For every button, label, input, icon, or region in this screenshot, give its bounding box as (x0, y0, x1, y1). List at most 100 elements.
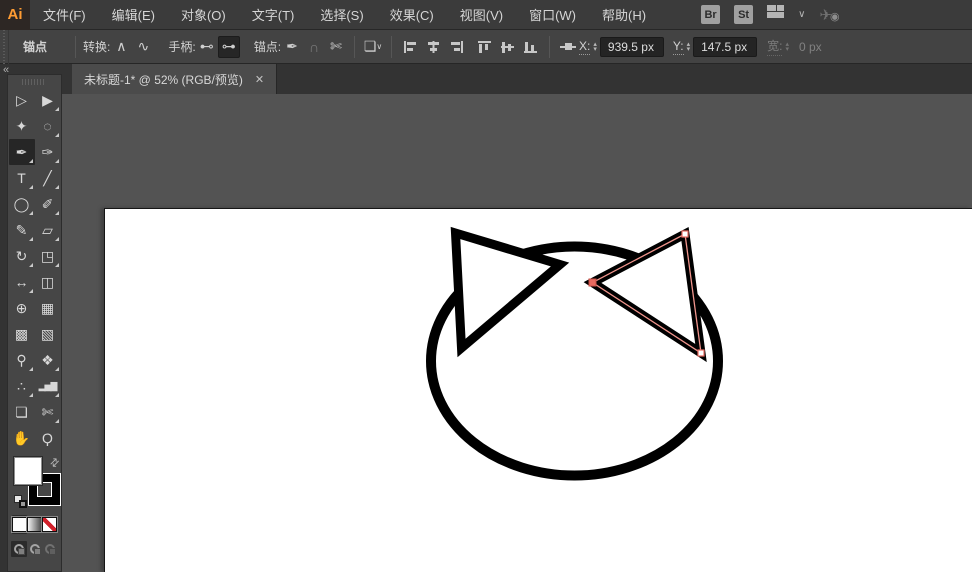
gpu-performance-icon[interactable]: ✈◉ (819, 6, 837, 24)
column-graph-tool[interactable]: ▂▅▇ (35, 373, 61, 399)
document-tab[interactable]: 未标题-1* @ 52% (RGB/预览) ✕ (72, 64, 277, 94)
tools-panel-grip[interactable] (8, 75, 61, 87)
control-bar: 锚点 转换: ∧ ∿ 手柄: ⊷ ⊶ 锚点: ✒ ∩ ✄ ❏∨ X: ▴▾ 93… (0, 30, 972, 64)
remove-anchor-icon[interactable]: ✒ (281, 36, 303, 58)
artboard-options-icon[interactable]: ❏∨ (362, 36, 384, 58)
align-h-center-icon[interactable] (425, 39, 442, 55)
none-button[interactable] (42, 515, 57, 534)
close-tab-icon[interactable]: ✕ (255, 73, 264, 86)
menu-type[interactable]: 文字(T) (239, 0, 308, 30)
fill-swatch[interactable] (14, 457, 42, 485)
menu-view[interactable]: 视图(V) (447, 0, 516, 30)
magic-wand-tool[interactable]: ✦ (9, 113, 35, 139)
fill-stroke-control: ⇄ (8, 455, 61, 511)
mesh-tool[interactable]: ▩ (9, 321, 35, 347)
anchors-label: 锚点: (254, 38, 281, 55)
menu-file[interactable]: 文件(F) (30, 0, 99, 30)
x-input[interactable]: 939.5 px (600, 37, 664, 57)
artboard-tool[interactable]: ❏ (9, 399, 35, 425)
document-tab-bar: 未标题-1* @ 52% (RGB/预览) ✕ (62, 64, 972, 94)
blend-tool[interactable]: ❖ (35, 347, 61, 373)
connect-path-icon[interactable]: ∩ (303, 36, 325, 58)
control-panel-label: 锚点 (23, 38, 47, 55)
line-segment-tool[interactable]: ╱ (35, 165, 61, 191)
stock-button[interactable]: St (734, 5, 753, 24)
draw-normal-button[interactable] (11, 541, 27, 557)
align-v-center-icon[interactable] (499, 39, 516, 55)
bridge-button[interactable]: Br (701, 5, 720, 24)
workspace-switcher-icon[interactable] (767, 5, 784, 24)
lasso-tool[interactable]: ◌ (35, 113, 61, 139)
paintbrush-tool[interactable]: ✐ (35, 191, 61, 217)
anchor-point-left-selected[interactable] (589, 279, 596, 286)
drawing-mode-buttons (8, 539, 61, 559)
align-bottom-icon[interactable] (522, 39, 539, 55)
artwork-svg (62, 94, 972, 572)
canvas-area[interactable] (62, 94, 972, 572)
align-right-icon[interactable] (448, 39, 465, 55)
color-button[interactable] (12, 515, 27, 534)
gradient-button[interactable] (27, 515, 42, 534)
zoom-tool[interactable]: Ϙ (35, 425, 61, 451)
handles-label: 手柄: (168, 38, 195, 55)
tools-panel: ▷ ▶ ✦ ◌ ✒ ✑ T ╱ ◯ ✐ ✎ ▱ ↻ ◳ ↔ ◫ ⊕ ▦ ▩ ▧ (7, 74, 62, 572)
pen-tool[interactable]: ✒ (9, 139, 35, 165)
gradient-tool[interactable]: ▧ (35, 321, 61, 347)
swap-fill-stroke-icon[interactable]: ⇄ (47, 455, 63, 471)
width-input: 0 px (792, 37, 832, 57)
shape-builder-tool[interactable]: ⊕ (9, 295, 35, 321)
anchor-point-bottom[interactable] (698, 350, 704, 356)
eraser-tool[interactable]: ▱ (35, 217, 61, 243)
width-stepper: ▴▾ (785, 42, 789, 52)
menu-effect[interactable]: 效果(C) (377, 0, 447, 30)
menu-bar: Ai 文件(F) 编辑(E) 对象(O) 文字(T) 选择(S) 效果(C) 视… (0, 0, 972, 30)
convert-to-smooth-icon[interactable]: ∿ (132, 36, 154, 58)
workspace-chevron-icon[interactable]: ∨ (798, 9, 805, 20)
separator (354, 36, 355, 58)
paint-style-buttons (8, 513, 61, 536)
menu-select[interactable]: 选择(S) (307, 0, 376, 30)
align-left-icon[interactable] (402, 39, 419, 55)
draw-inside-button[interactable] (42, 541, 58, 557)
menu-window[interactable]: 窗口(W) (516, 0, 589, 30)
perspective-grid-tool[interactable]: ▦ (35, 295, 61, 321)
align-top-icon[interactable] (476, 39, 493, 55)
separator (391, 36, 392, 58)
draw-behind-button[interactable] (27, 541, 43, 557)
eyedropper-tool[interactable]: ⚲ (9, 347, 35, 373)
curvature-tool[interactable]: ✑ (35, 139, 61, 165)
anchor-point-top[interactable] (682, 231, 688, 237)
convert-to-corner-icon[interactable]: ∧ (110, 36, 132, 58)
menu-object[interactable]: 对象(O) (168, 0, 239, 30)
width-label: 宽: (767, 37, 782, 56)
app-bar-buttons: Br St ∨ ✈◉ (701, 5, 838, 24)
ellipse-tool[interactable]: ◯ (9, 191, 35, 217)
y-label: Y: (673, 39, 684, 55)
control-bar-grip[interactable] (0, 30, 9, 64)
illustrator-window: Ai 文件(F) 编辑(E) 对象(O) 文字(T) 选择(S) 效果(C) 视… (0, 0, 972, 572)
pencil-tool[interactable]: ✎ (9, 217, 35, 243)
width-tool[interactable]: ↔ (9, 269, 35, 295)
convert-label: 转换: (83, 38, 110, 55)
selection-tool[interactable]: ▷ (9, 87, 35, 113)
default-fill-stroke-icon[interactable] (14, 495, 27, 508)
symbol-sprayer-tool[interactable]: ∴ (9, 373, 35, 399)
slice-tool[interactable]: ✄ (35, 399, 61, 425)
rotate-tool[interactable]: ↻ (9, 243, 35, 269)
workspace: « 未标题-1* @ 52% (RGB/预览) ✕ (0, 64, 972, 572)
scale-tool[interactable]: ◳ (35, 243, 61, 269)
x-stepper[interactable]: ▴▾ (593, 42, 597, 52)
menu-edit[interactable]: 编辑(E) (99, 0, 168, 30)
show-handles-icon[interactable]: ⊷ (196, 36, 218, 58)
hide-handles-icon[interactable]: ⊶ (218, 36, 240, 58)
y-stepper[interactable]: ▴▾ (687, 42, 691, 52)
free-transform-tool[interactable]: ◫ (35, 269, 61, 295)
direct-selection-tool[interactable]: ▶ (35, 87, 61, 113)
type-tool[interactable]: T (9, 165, 35, 191)
separator (549, 36, 550, 58)
cut-path-icon[interactable]: ✄ (325, 36, 347, 58)
anchor-point-icon (557, 36, 579, 58)
menu-help[interactable]: 帮助(H) (589, 0, 659, 30)
y-input[interactable]: 147.5 px (693, 37, 757, 57)
hand-tool[interactable]: ✋ (9, 425, 35, 451)
